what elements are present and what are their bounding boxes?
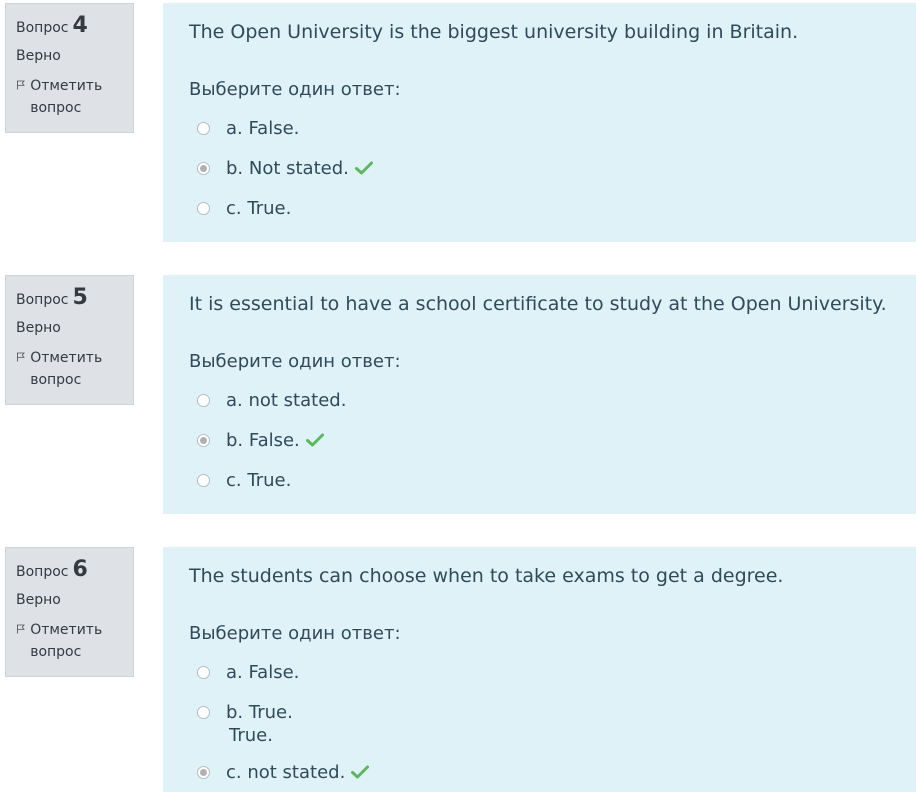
answer-label: b. False. xyxy=(226,429,300,451)
question-info-panel: Вопрос 5 Верно Отметить вопрос xyxy=(5,275,134,405)
question-number: 4 xyxy=(72,13,88,38)
radio-button-selected[interactable] xyxy=(197,433,210,447)
flag-question-label: Отметить вопрос xyxy=(30,78,103,116)
answer-prompt: Выберите один ответ: xyxy=(189,79,401,100)
answer-option[interactable]: a. False. xyxy=(197,652,890,692)
radio-button-selected[interactable] xyxy=(197,161,210,175)
answer-prompt: Выберите один ответ: xyxy=(189,623,401,644)
flag-question-label: Отметить вопрос xyxy=(30,622,103,660)
answer-option[interactable]: c. True. xyxy=(197,460,890,500)
question-label: Вопрос xyxy=(16,564,69,580)
question-label: Вопрос xyxy=(16,20,69,36)
answer-option[interactable]: c. True. xyxy=(197,188,890,228)
answer-list: a. False. b. Not stated. c. True. xyxy=(189,108,890,228)
question-number: 6 xyxy=(72,557,88,582)
flag-question-label: Отметить вопрос xyxy=(30,350,103,388)
check-icon xyxy=(305,433,324,447)
answer-list: a. not stated. b. False. c. True. xyxy=(189,380,890,500)
answer-label: b. Not stated. xyxy=(226,157,349,179)
answer-label: b. True. xyxy=(226,701,293,723)
radio-button[interactable] xyxy=(197,473,210,487)
answer-label: a. not stated. xyxy=(226,389,347,411)
flag-question-button[interactable]: Отметить вопрос xyxy=(16,619,123,663)
question-content: The Open University is the biggest unive… xyxy=(163,3,916,242)
answer-feedback-text: True. xyxy=(229,725,273,746)
answer-option[interactable]: b. Not stated. xyxy=(197,148,890,188)
answer-label: c. True. xyxy=(226,469,292,491)
answer-option[interactable]: b. False. xyxy=(197,420,890,460)
question-text: The Open University is the biggest unive… xyxy=(189,21,799,43)
radio-button[interactable] xyxy=(197,705,210,719)
flag-icon xyxy=(17,624,25,634)
question-number: 5 xyxy=(72,285,88,310)
answer-label: a. False. xyxy=(226,117,300,139)
answer-label: c. not stated. xyxy=(226,761,346,783)
question-text: It is essential to have a school certifi… xyxy=(189,293,887,315)
answer-prompt: Выберите один ответ: xyxy=(189,351,401,372)
answer-option[interactable]: c. not stated. xyxy=(197,752,890,792)
flag-question-button[interactable]: Отметить вопрос xyxy=(16,75,123,119)
answer-label: c. True. xyxy=(226,197,292,219)
radio-button-selected[interactable] xyxy=(197,765,210,779)
flag-icon xyxy=(17,80,25,90)
question-state: Верно xyxy=(16,320,61,336)
answer-list: a. False. b. True. True. c. not stated. xyxy=(189,652,890,792)
flag-icon xyxy=(17,352,25,362)
question-content: The students can choose when to take exa… xyxy=(163,547,916,792)
radio-button[interactable] xyxy=(197,121,210,135)
answer-option[interactable]: a. not stated. xyxy=(197,380,890,420)
radio-button[interactable] xyxy=(197,665,210,679)
answer-label: a. False. xyxy=(226,661,300,683)
radio-button[interactable] xyxy=(197,393,210,407)
question-text: The students can choose when to take exa… xyxy=(189,565,784,587)
flag-question-button[interactable]: Отметить вопрос xyxy=(16,347,123,391)
question-info-panel: Вопрос 6 Верно Отметить вопрос xyxy=(5,547,134,677)
question-state: Верно xyxy=(16,48,61,64)
check-icon xyxy=(351,765,370,779)
radio-button[interactable] xyxy=(197,201,210,215)
question-state: Верно xyxy=(16,592,61,608)
question-content: It is essential to have a school certifi… xyxy=(163,275,916,514)
question-info-panel: Вопрос 4 Верно Отметить вопрос xyxy=(5,3,134,133)
question-label: Вопрос xyxy=(16,292,69,308)
answer-option[interactable]: a. False. xyxy=(197,108,890,148)
check-icon xyxy=(354,161,373,175)
